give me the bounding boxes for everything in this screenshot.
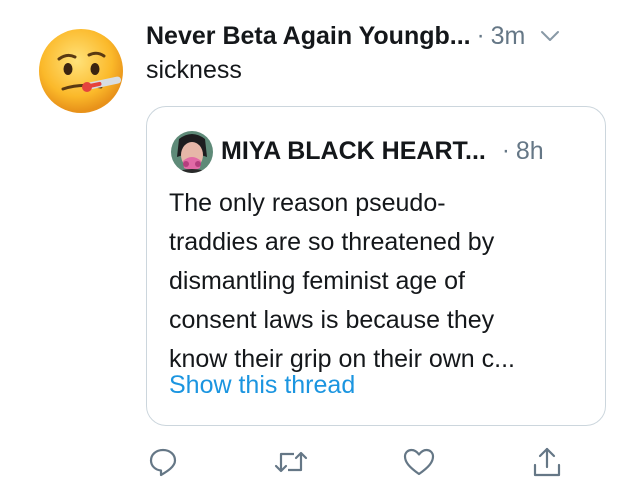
show-thread-link[interactable]: Show this thread	[169, 371, 355, 400]
quoted-author-name[interactable]: MIYA BLACK HEART...	[221, 137, 486, 166]
quoted-text-line: dismantling feminist age of	[169, 267, 465, 295]
quoted-author-avatar[interactable]	[171, 131, 213, 173]
quoted-tweet-card[interactable]: MIYA BLACK HEART... · 8h The only reason…	[146, 106, 606, 426]
quoted-tweet-header: MIYA BLACK HEART... · 8h	[221, 133, 591, 169]
quoted-text-line: The only reason pseudo-	[169, 189, 446, 217]
quoted-tweet-text: The only reason pseudo- traddies are so …	[169, 184, 589, 379]
avatar-photo-icon	[171, 131, 213, 173]
share-button[interactable]	[530, 445, 564, 479]
tweet-timestamp[interactable]: 3m	[491, 22, 526, 51]
like-icon	[403, 448, 435, 476]
tweet-header: Never Beta Again Youngb... · 3m	[146, 18, 621, 54]
header-separator: ·	[476, 22, 485, 49]
tweet-text: sickness	[146, 56, 242, 84]
chevron-down-icon[interactable]	[539, 25, 561, 47]
quoted-tweet-timestamp[interactable]: 8h	[516, 137, 544, 166]
retweet-icon	[274, 451, 308, 473]
retweet-button[interactable]	[274, 445, 308, 479]
author-name[interactable]: Never Beta Again Youngb...	[146, 22, 471, 51]
quoted-header-separator: ·	[501, 137, 510, 164]
reply-button[interactable]	[146, 445, 180, 479]
like-button[interactable]	[402, 445, 436, 479]
author-avatar[interactable]	[37, 27, 125, 115]
share-icon	[533, 447, 561, 477]
face-with-thermometer-emoji-icon	[39, 29, 123, 113]
quoted-text-line: traddies are so threatened by	[169, 228, 495, 256]
reply-icon	[149, 448, 177, 477]
tweet-action-bar	[0, 445, 640, 479]
quoted-text-line: consent laws is because they	[169, 306, 495, 334]
